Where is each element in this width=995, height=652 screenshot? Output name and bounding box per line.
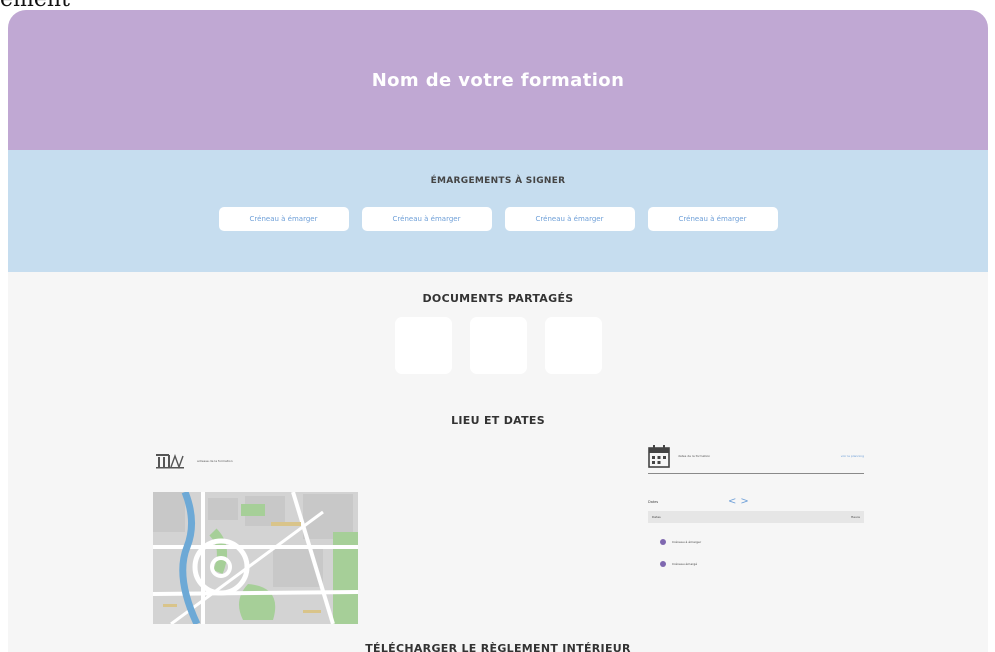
signature-slot-button-4[interactable]: Créneau à émarger [647,207,778,231]
document-card-2[interactable] [469,317,527,374]
calendar-header: dates de la formation voir le planning [648,444,864,474]
signatures-title: ÉMARGEMENTS À SIGNER [430,176,566,186]
calendar-date-cell: Dates [652,515,661,519]
signature-slot-button-3[interactable]: Créneau à émarger [504,207,635,231]
calendar-next-button[interactable]: > [740,496,752,507]
calendar-widget: dates de la formation voir le planning D… [648,444,864,567]
calendar-date-row[interactable]: Dates Heure [648,511,864,523]
signature-slot-button-1[interactable]: Créneau à émarger [218,207,349,231]
documents-list [8,317,988,374]
legend-label-2: Créneau émargé [672,562,698,566]
document-card-3[interactable] [544,317,602,374]
calendar-time-cell: Heure [850,515,860,519]
document-card-1[interactable] [394,317,452,374]
legend-dot-icon [660,561,666,567]
legend-item-1: Créneau à émarger [648,539,864,545]
venue-info: adresse de la formation [155,452,233,469]
legend-label-1: Créneau à émarger [672,540,702,544]
hero-banner: Nom de votre formation [8,10,988,150]
legend-item-2: Créneau émargé [648,561,864,567]
signature-slots: Créneau à émarger Créneau à émarger Crén… [8,207,988,231]
signature-slot-button-2[interactable]: Créneau à émarger [361,207,492,231]
venue-name: adresse de la formation [197,458,233,463]
screen: ément Nom de votre formation ÉMARGEMENTS… [0,0,995,652]
documents-section: DOCUMENTS PARTAGÉS [8,292,988,374]
signatures-section: ÉMARGEMENTS À SIGNER Créneau à émarger C… [8,150,988,272]
calendar-month-row: Dates <> [648,496,864,507]
calendar-month-label: Dates [648,499,659,504]
planning-link[interactable]: voir le planning [841,454,864,458]
map-graphic [153,492,358,624]
calendar-prev-button[interactable]: < [728,496,740,507]
calendar-header-text: dates de la formation [678,454,711,458]
building-icon [156,453,184,469]
rules-download-heading[interactable]: TÉLÉCHARGER LE RÈGLEMENT INTÉRIEUR [8,642,988,652]
map-image[interactable] [153,492,358,624]
training-title: Nom de votre formation [371,69,625,91]
legend-dot-icon [660,539,666,545]
calendar-nav: <> [728,496,753,507]
location-section: LIEU ET DATES [8,414,988,427]
documents-title: DOCUMENTS PARTAGÉS [422,292,574,305]
location-title: LIEU ET DATES [451,414,545,427]
calendar-icon [648,445,670,468]
